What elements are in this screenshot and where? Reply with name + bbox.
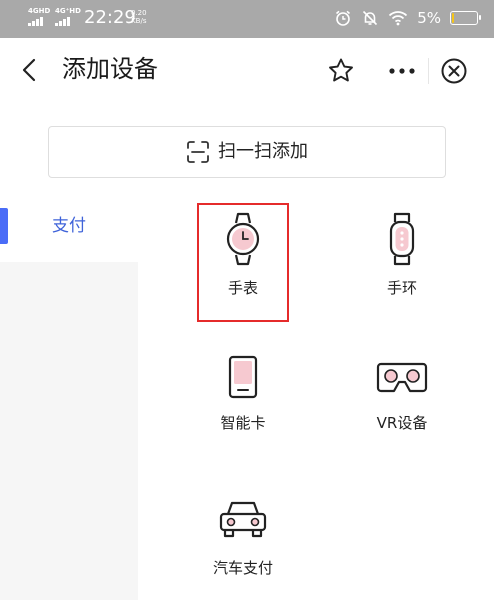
device-label-band: 手环 (386, 279, 417, 297)
category-selected-indicator (0, 208, 8, 244)
mute-bell-icon (363, 10, 378, 26)
net-speed: 0.20 KB/s (131, 9, 147, 25)
signal-icon (28, 17, 50, 26)
signal-icon (55, 17, 81, 26)
battery-level (452, 13, 454, 23)
category-panel (0, 262, 138, 600)
clock: 22:29 (84, 7, 136, 28)
more-icon[interactable] (386, 58, 418, 84)
header-bar: 添加设备 (0, 38, 494, 104)
status-bar: 4GHD 4G⁺HD 22:29 0.20 KB/s 5% (0, 0, 494, 38)
device-label-car-payment: 汽车支付 (212, 559, 273, 577)
battery-icon (450, 11, 481, 25)
device-label-smart-card: 智能卡 (220, 414, 266, 432)
band-icon (389, 212, 415, 266)
device-item-smart-card[interactable]: 智能卡 (197, 352, 289, 433)
network-indicator-2: 4G⁺HD (55, 8, 81, 26)
header-divider (428, 58, 429, 84)
wifi-icon (389, 11, 408, 26)
back-icon[interactable] (16, 56, 44, 84)
vr-icon (376, 362, 428, 393)
network-label-2: 4G⁺HD (55, 7, 81, 15)
battery-percent: 5% (417, 9, 441, 27)
page-title: 添加设备 (62, 55, 158, 83)
network-indicator-1: 4GHD (28, 8, 50, 26)
highlight-box (197, 203, 289, 322)
device-item-vr[interactable]: VR设备 (356, 352, 448, 433)
card-icon (228, 355, 258, 399)
device-item-car-payment[interactable]: 汽车支付 (197, 492, 289, 578)
close-icon[interactable] (440, 57, 468, 85)
net-speed-value: 0.20 (131, 9, 147, 17)
scan-add-button[interactable]: 扫一扫添加 (48, 126, 446, 178)
net-speed-unit: KB/s (131, 17, 147, 25)
star-icon[interactable] (326, 56, 356, 86)
alarm-icon (336, 10, 351, 26)
device-item-band[interactable]: 手环 (356, 210, 448, 298)
category-item-payment[interactable]: 支付 (52, 214, 86, 238)
scan-add-label: 扫一扫添加 (218, 141, 308, 162)
device-label-vr: VR设备 (376, 414, 428, 432)
status-icons: 5% (334, 8, 481, 28)
scan-icon (187, 141, 209, 163)
network-label-1: 4GHD (28, 7, 51, 15)
car-icon (219, 501, 267, 538)
